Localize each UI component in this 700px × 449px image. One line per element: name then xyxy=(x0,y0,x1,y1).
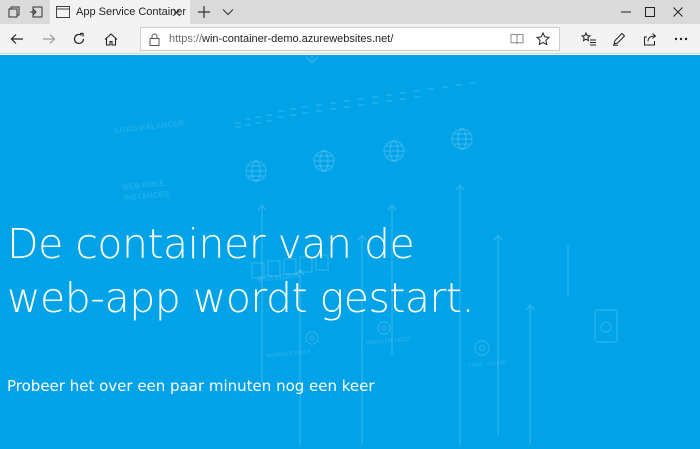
tab-app-service-container[interactable]: App Service Container xyxy=(50,0,190,24)
close-window-button[interactable] xyxy=(656,0,700,24)
back-button[interactable] xyxy=(4,28,30,50)
page-headline: De container van de web-app wordt gestar… xyxy=(7,217,687,325)
tab-menu-button[interactable] xyxy=(218,2,238,22)
forward-arrow-icon xyxy=(43,34,56,44)
plus-icon xyxy=(198,6,210,18)
notes-button[interactable] xyxy=(606,28,632,50)
watermark-type-cache: TYPE CACHE xyxy=(468,360,507,370)
address-bar[interactable]: https://win-container-demo.azurewebsites… xyxy=(140,27,560,51)
set-aside-icon[interactable] xyxy=(26,2,46,22)
home-button[interactable] xyxy=(98,28,124,50)
navigation-bar: https://win-container-demo.azurewebsites… xyxy=(0,24,700,54)
share-icon xyxy=(644,33,657,46)
tabs-aside-icon[interactable] xyxy=(4,2,24,22)
watermark-instances: INSTANCES xyxy=(123,189,170,203)
globe-icon xyxy=(245,160,267,182)
page-content: LOAD BALANCER WEB ROLE INSTANCES ESSAGIN… xyxy=(0,55,700,449)
title-bar: App Service Container xyxy=(0,0,700,24)
more-button[interactable] xyxy=(668,28,694,50)
headline-line-1: De container van de xyxy=(7,220,415,268)
reading-view-icon[interactable] xyxy=(509,32,525,46)
page-subtext: Probeer het over een paar minuten nog ee… xyxy=(7,377,375,395)
url-text: https://win-container-demo.azurewebsites… xyxy=(169,33,394,45)
back-arrow-icon xyxy=(10,34,23,44)
lock-icon xyxy=(149,32,161,46)
headline-line-2: web-app wordt gestart. xyxy=(7,274,475,322)
favorites-hub-button[interactable] xyxy=(576,28,602,50)
maximize-icon xyxy=(645,7,655,17)
star-icon[interactable] xyxy=(535,31,551,47)
share-button[interactable] xyxy=(637,28,663,50)
favorites-hub-icon xyxy=(581,32,596,46)
refresh-button[interactable] xyxy=(66,28,92,50)
new-tab-button[interactable] xyxy=(194,2,214,22)
forward-button[interactable] xyxy=(36,28,62,50)
tab-close-icon[interactable] xyxy=(168,4,184,20)
watermark-worker-role-1: WORKER ROLE xyxy=(266,349,312,360)
pen-icon xyxy=(613,32,626,46)
more-icon xyxy=(674,37,688,41)
refresh-icon xyxy=(73,32,85,45)
watermark-worker-role-2: WORKER ROLE xyxy=(366,336,412,347)
watermark-load-balancer: LOAD BALANCER xyxy=(114,119,185,135)
chevron-down-icon xyxy=(222,9,234,16)
page-icon xyxy=(56,6,70,18)
close-icon xyxy=(673,7,683,17)
home-icon xyxy=(104,32,118,46)
